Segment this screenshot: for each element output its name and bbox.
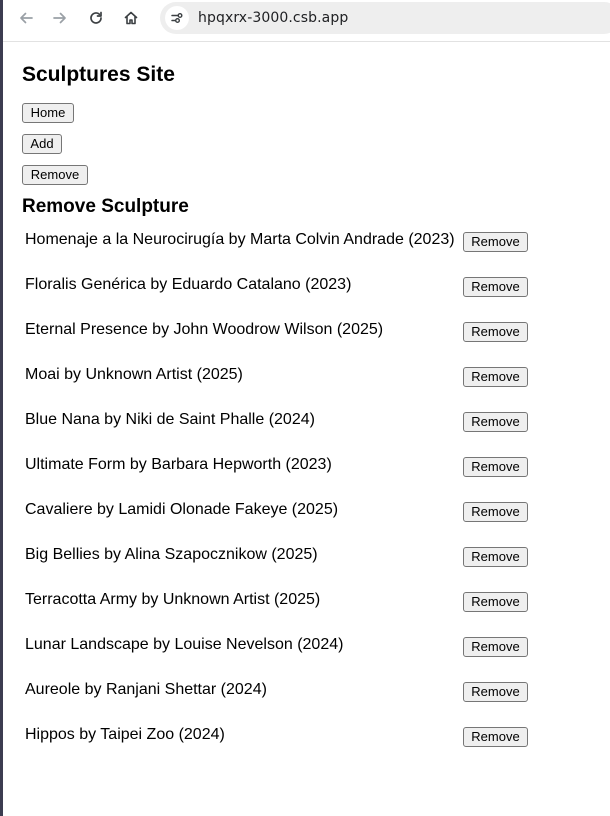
list-item: Floralis Genérica by Eduardo Catalano (2…	[22, 273, 602, 318]
remove-sculpture-button[interactable]: Remove	[463, 322, 528, 342]
remove-sculpture-button[interactable]: Remove	[463, 547, 528, 567]
address-bar[interactable]: hpqxrx-3000.csb.app	[160, 2, 610, 34]
back-arrow-icon	[20, 12, 33, 24]
toolbar-divider	[3, 41, 610, 42]
list-item: Moai by Unknown Artist (2025) Remove	[22, 363, 602, 408]
sculpture-label: Eternal Presence by John Woodrow Wilson …	[25, 321, 384, 338]
sculpture-label: Cavaliere by Lamidi Olonade Fakeye (2025…	[25, 501, 339, 518]
sculpture-list: Homenaje a la Neurocirugía by Marta Colv…	[22, 228, 602, 768]
back-button[interactable]	[13, 5, 39, 31]
remove-nav-button[interactable]: Remove	[22, 165, 88, 185]
sculpture-label: Moai by Unknown Artist (2025)	[25, 366, 243, 383]
site-info-button[interactable]	[165, 6, 189, 30]
remove-sculpture-button[interactable]: Remove	[463, 637, 528, 657]
list-item: Lunar Landscape by Louise Nevelson (2024…	[22, 633, 602, 678]
remove-sculpture-button[interactable]: Remove	[463, 412, 528, 432]
sculpture-label: Blue Nana by Niki de Saint Phalle (2024)	[25, 411, 315, 428]
remove-sculpture-button[interactable]: Remove	[463, 592, 528, 612]
browser-toolbar: hpqxrx-3000.csb.app	[3, 0, 610, 36]
sculpture-label: Terracotta Army by Unknown Artist (2025)	[25, 591, 321, 608]
add-button[interactable]: Add	[22, 134, 62, 154]
remove-sculpture-button[interactable]: Remove	[463, 232, 528, 252]
sculpture-label: Hippos by Taipei Zoo (2024)	[25, 726, 225, 743]
section-title: Remove Sculpture	[22, 196, 189, 217]
remove-sculpture-button[interactable]: Remove	[463, 457, 528, 477]
sculpture-label: Floralis Genérica by Eduardo Catalano (2…	[25, 276, 352, 293]
list-item: Big Bellies by Alina Szapocznikow (2025)…	[22, 543, 602, 588]
sculpture-label: Big Bellies by Alina Szapocznikow (2025)	[25, 546, 318, 563]
forward-arrow-icon	[53, 12, 66, 24]
url-text[interactable]: hpqxrx-3000.csb.app	[198, 10, 348, 26]
remove-sculpture-button[interactable]: Remove	[463, 727, 528, 747]
list-item: Ultimate Form by Barbara Hepworth (2023)…	[22, 453, 602, 498]
list-item: Cavaliere by Lamidi Olonade Fakeye (2025…	[22, 498, 602, 543]
site-title: Sculptures Site	[22, 63, 175, 86]
list-item: Homenaje a la Neurocirugía by Marta Colv…	[22, 228, 602, 273]
sculpture-label: Lunar Landscape by Louise Nevelson (2024…	[25, 636, 344, 653]
sculpture-label: Aureole by Ranjani Shettar (2024)	[25, 681, 267, 698]
list-item: Terracotta Army by Unknown Artist (2025)…	[22, 588, 602, 633]
sculpture-label: Homenaje a la Neurocirugía by Marta Colv…	[25, 231, 455, 248]
site-info-icon	[171, 13, 183, 23]
reload-button[interactable]	[83, 5, 109, 31]
sculpture-label: Ultimate Form by Barbara Hepworth (2023)	[25, 456, 332, 473]
reload-icon	[90, 11, 102, 24]
remove-sculpture-button[interactable]: Remove	[463, 367, 528, 387]
forward-button[interactable]	[47, 5, 73, 31]
home-icon	[124, 11, 138, 25]
remove-sculpture-button[interactable]: Remove	[463, 277, 528, 297]
list-item: Eternal Presence by John Woodrow Wilson …	[22, 318, 602, 363]
window-edge	[0, 0, 3, 816]
list-item: Blue Nana by Niki de Saint Phalle (2024)…	[22, 408, 602, 453]
home-nav-button[interactable]	[118, 5, 144, 31]
remove-sculpture-button[interactable]: Remove	[463, 502, 528, 522]
remove-sculpture-button[interactable]: Remove	[463, 682, 528, 702]
list-item: Hippos by Taipei Zoo (2024) Remove	[22, 723, 602, 768]
home-button[interactable]: Home	[22, 103, 74, 123]
list-item: Aureole by Ranjani Shettar (2024) Remove	[22, 678, 602, 723]
